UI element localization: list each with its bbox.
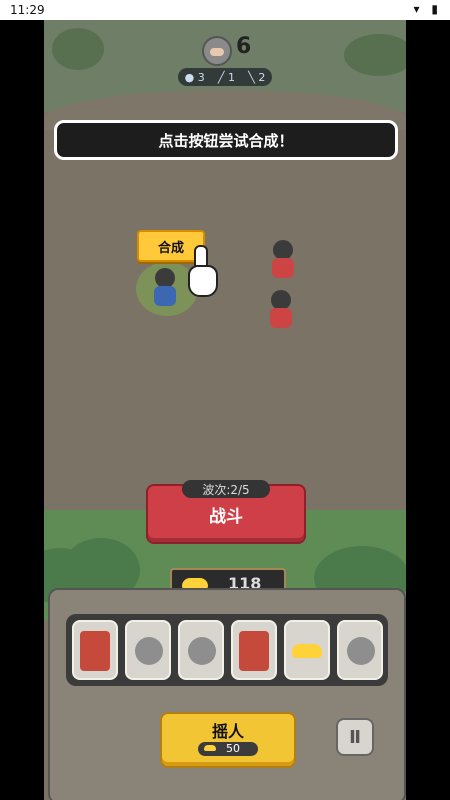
enemy-count: 6	[236, 34, 252, 59]
slot-unit[interactable]	[177, 620, 224, 680]
unit-body	[272, 258, 294, 278]
slot-unit[interactable]	[336, 620, 383, 680]
recruit-cost-value: 50	[226, 742, 240, 755]
recruit-cost: 50	[198, 742, 258, 756]
recruit-label: 摇人	[211, 722, 244, 741]
resource-counter: ● 3 ╱ 1 ╲ 2	[178, 68, 272, 86]
unit-head	[155, 268, 175, 288]
unit-head	[271, 290, 291, 310]
resource-item-3: ╲ 2	[248, 70, 266, 84]
card-icon	[79, 631, 110, 671]
unit-head	[273, 240, 293, 260]
pointer-hand-icon	[180, 245, 224, 303]
pause-icon: Ⅱ	[349, 726, 361, 748]
resource-item-2: ╱ 1	[217, 70, 236, 84]
unit-icon	[134, 637, 163, 665]
slot-card[interactable]	[71, 620, 118, 680]
game-screen: 6 ● 3 ╱ 1 ╲ 2 点击按钮尝试合成！ 合成 战斗 波次:2/5 118	[44, 20, 406, 800]
resource-item-1: ● 3	[184, 70, 205, 84]
resource-value-3: 2	[258, 70, 266, 84]
slot-bar	[66, 614, 388, 686]
enemy-face-icon	[202, 36, 232, 66]
hill	[52, 28, 104, 70]
unit-tray: 摇人 50 Ⅱ	[48, 588, 406, 800]
battery-icon: ▮	[431, 2, 442, 16]
unit-body	[154, 286, 176, 306]
hint-banner: 点击按钮尝试合成！	[54, 120, 398, 160]
wifi-icon: ▾	[413, 2, 424, 16]
palm-part	[188, 265, 218, 297]
status-icons: ▾ ▮	[414, 2, 442, 16]
gold-ingot-icon	[291, 644, 322, 658]
pause-button[interactable]: Ⅱ	[336, 718, 374, 756]
card-icon	[238, 631, 269, 671]
status-time: 11:29	[10, 3, 45, 17]
slot-unit[interactable]	[124, 620, 171, 680]
slot-card[interactable]	[230, 620, 277, 680]
unit-body	[270, 308, 292, 328]
resource-value-1: 3	[197, 70, 205, 84]
enemy-unit[interactable]	[266, 240, 300, 282]
enemy-unit[interactable]	[264, 290, 298, 332]
unit-icon	[187, 637, 216, 665]
unit-icon	[346, 637, 375, 665]
slot-gold[interactable]	[283, 620, 330, 680]
wave-badge: 波次:2/5	[182, 480, 270, 498]
status-bar: 11:29 ▾ ▮	[0, 0, 450, 20]
gold-ingot-icon	[204, 745, 216, 751]
hill	[344, 34, 406, 76]
enemy-counter: 6	[202, 32, 282, 68]
recruit-button[interactable]: 摇人 50	[160, 712, 296, 768]
resource-value-2: 1	[228, 70, 236, 84]
ally-unit[interactable]	[148, 268, 182, 310]
